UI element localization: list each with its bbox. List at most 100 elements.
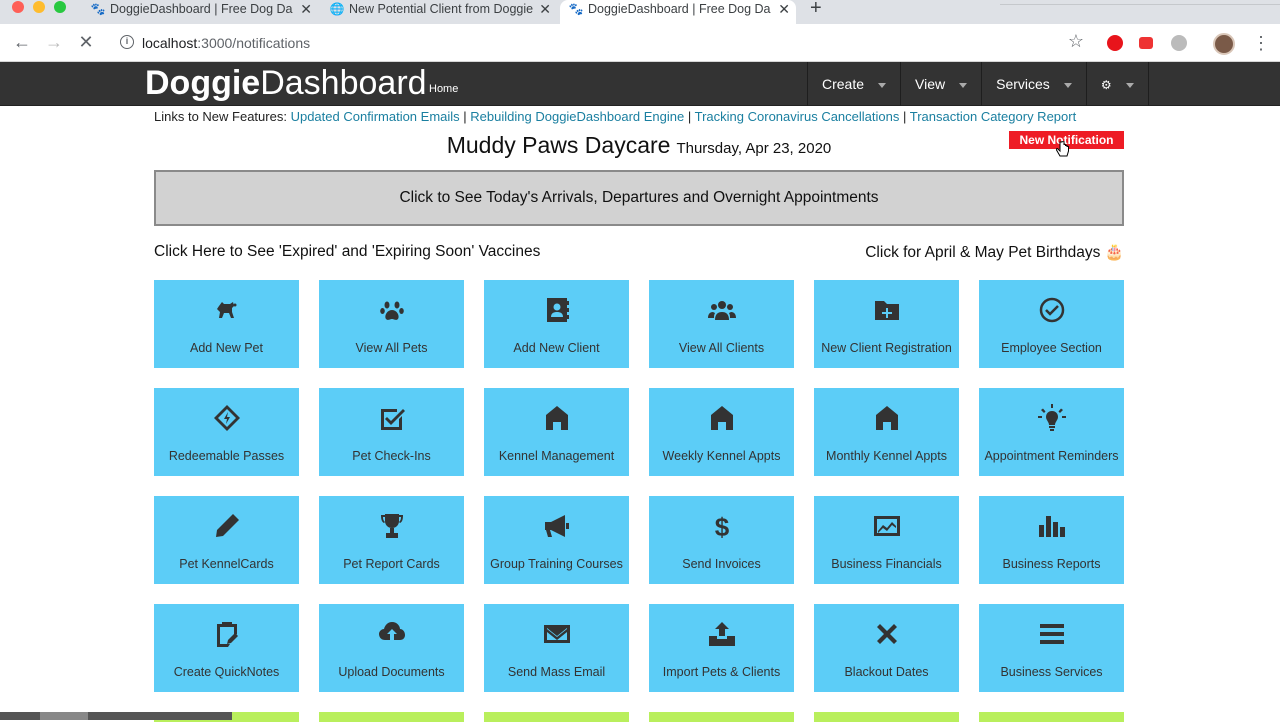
tile-label: Pet KennelCards (179, 557, 274, 571)
tile-upload-documents[interactable]: Upload Documents (319, 604, 464, 692)
tile-partial[interactable] (484, 712, 629, 722)
tile-appointment-reminders[interactable]: Appointment Reminders (979, 388, 1124, 476)
tile-import-pets-clients[interactable]: Import Pets & Clients (649, 604, 794, 692)
house-icon (814, 404, 959, 432)
url-text[interactable]: localhost:3000/notifications (142, 35, 310, 51)
tile-label: Import Pets & Clients (662, 665, 781, 679)
birthdays-link[interactable]: Click for April & May Pet Birthdays 🎂 (865, 243, 1124, 262)
globe-icon: 🌐 (329, 2, 345, 16)
tile-monthly-kennel-appts[interactable]: Monthly Kennel Appts (814, 388, 959, 476)
tile-kennel-management[interactable]: Kennel Management (484, 388, 629, 476)
tile-label: Add New Pet (190, 341, 263, 355)
url-bar[interactable]: i localhost:3000/notifications ☆ (110, 28, 1094, 58)
adblock-extension-icon[interactable] (1107, 35, 1123, 51)
nav-menus: Create View Services ⚙ (807, 62, 1149, 106)
tile-view-all-clients[interactable]: View All Clients (649, 280, 794, 368)
trophy-icon (319, 512, 464, 540)
tile-label: Create QuickNotes (173, 665, 280, 679)
tile-send-mass-email[interactable]: Send Mass Email (484, 604, 629, 692)
tile-new-client-registration[interactable]: New Client Registration (814, 280, 959, 368)
home-link[interactable]: Home (429, 83, 458, 95)
import-icon (649, 620, 794, 648)
tile-pet-report-cards[interactable]: Pet Report Cards (319, 496, 464, 584)
view-menu[interactable]: View (900, 62, 981, 106)
settings-menu[interactable]: ⚙ (1085, 62, 1149, 106)
feature-link-confirmation-emails[interactable]: Updated Confirmation Emails (291, 109, 460, 124)
tile-business-services[interactable]: Business Services (979, 604, 1124, 692)
more-menu-icon[interactable]: ⋮ (1252, 31, 1270, 55)
browser-tab-1[interactable]: 🐾 DoggieDashboard | Free Dog Da ✕ (82, 0, 318, 24)
profile-avatar[interactable] (1213, 33, 1235, 55)
tile-label: Blackout Dates (844, 665, 929, 679)
back-arrow-icon[interactable]: ← (10, 30, 34, 54)
feature-link-coronavirus-cancellations[interactable]: Tracking Coronavirus Cancellations (695, 109, 900, 124)
dollar-icon: $ (649, 512, 794, 540)
tile-send-invoices[interactable]: $ Send Invoices (649, 496, 794, 584)
vaccines-link[interactable]: Click Here to See 'Expired' and 'Expirin… (154, 243, 540, 261)
business-header: Muddy Paws Daycare Thursday, Apr 23, 2020 (154, 132, 1124, 159)
tile-label: Pet Report Cards (343, 557, 440, 571)
todays-appointments-button[interactable]: Click to See Today's Arrivals, Departure… (154, 170, 1124, 226)
create-menu[interactable]: Create (807, 62, 900, 106)
tile-view-all-pets[interactable]: View All Pets (319, 280, 464, 368)
services-menu[interactable]: Services (981, 62, 1086, 106)
line-chart-icon (814, 512, 959, 540)
status-strip (0, 712, 40, 720)
tile-employee-section[interactable]: Employee Section (979, 280, 1124, 368)
window-close-button[interactable] (12, 1, 24, 13)
separator: | (687, 109, 692, 124)
window-minimize-button[interactable] (33, 1, 45, 13)
status-strip (88, 712, 232, 720)
feature-link-rebuilding-engine[interactable]: Rebuilding DoggieDashboard Engine (470, 109, 684, 124)
close-icon[interactable]: ✕ (300, 0, 312, 18)
close-icon[interactable]: ✕ (778, 0, 790, 18)
tile-label: New Client Registration (821, 341, 952, 355)
current-date: Thursday, Apr 23, 2020 (676, 140, 832, 157)
tile-business-financials[interactable]: Business Financials (814, 496, 959, 584)
new-features-links: Links to New Features: Updated Confirmat… (154, 109, 1076, 124)
close-icon[interactable]: ✕ (539, 0, 551, 18)
business-name: Muddy Paws Daycare (446, 132, 671, 158)
tile-partial[interactable] (979, 712, 1124, 722)
feature-link-transaction-report[interactable]: Transaction Category Report (910, 109, 1076, 124)
tile-weekly-kennel-appts[interactable]: Weekly Kennel Appts (649, 388, 794, 476)
tile-label: Appointment Reminders (984, 449, 1119, 463)
separator: | (463, 109, 467, 124)
tile-partial[interactable] (814, 712, 959, 722)
browser-tab-bar: 🐾 DoggieDashboard | Free Dog Da ✕ 🌐 New … (0, 0, 1280, 24)
tile-create-quicknotes[interactable]: Create QuickNotes (154, 604, 299, 692)
stop-loading-icon[interactable]: ✕ (74, 30, 98, 54)
cloud-upload-icon (319, 620, 464, 648)
tile-label: Monthly Kennel Appts (826, 449, 947, 463)
tile-partial[interactable] (319, 712, 464, 722)
dog-icon: 🐾 (568, 2, 584, 16)
browser-tab-3-active[interactable]: 🐾 DoggieDashboard | Free Dog Da ✕ (560, 0, 796, 24)
tile-blackout-dates[interactable]: Blackout Dates (814, 604, 959, 692)
tile-pet-kennelcards[interactable]: Pet KennelCards (154, 496, 299, 584)
new-tab-button[interactable]: + (810, 0, 822, 20)
caret-down-icon (1063, 82, 1072, 88)
menu-label: View (915, 76, 946, 92)
info-icon[interactable]: i (120, 35, 134, 49)
app-navbar: DoggieDashboard Home Create View Service… (0, 62, 1280, 106)
tile-label: Add New Client (513, 341, 600, 355)
tile-add-new-pet[interactable]: Add New Pet (154, 280, 299, 368)
extension-icon[interactable] (1171, 35, 1187, 51)
tile-partial[interactable] (649, 712, 794, 722)
tile-redeemable-passes[interactable]: Redeemable Passes (154, 388, 299, 476)
tile-add-new-client[interactable]: Add New Client (484, 280, 629, 368)
brand-logo[interactable]: DoggieDashboard (145, 63, 427, 103)
tile-business-reports[interactable]: Business Reports (979, 496, 1124, 584)
caret-down-icon (1125, 82, 1134, 88)
status-strip (40, 712, 88, 720)
tile-pet-check-ins[interactable]: Pet Check-Ins (319, 388, 464, 476)
tile-label: Kennel Management (498, 449, 615, 463)
window-zoom-button[interactable] (54, 1, 66, 13)
dog-icon: 🐾 (90, 2, 106, 16)
ticket-icon (154, 404, 299, 432)
browser-tab-2[interactable]: 🌐 New Potential Client from Doggie ✕ (321, 0, 557, 24)
forward-arrow-icon[interactable]: → (42, 30, 66, 54)
bookmark-star-icon[interactable]: ☆ (1068, 31, 1084, 52)
tile-group-training-courses[interactable]: Group Training Courses (484, 496, 629, 584)
extension-icon[interactable] (1139, 37, 1153, 49)
